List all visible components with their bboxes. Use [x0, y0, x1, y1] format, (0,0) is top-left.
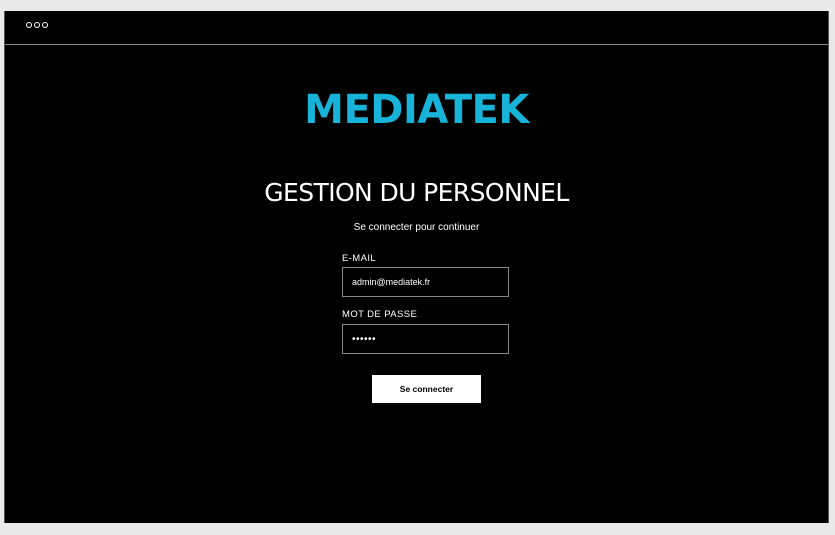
email-field[interactable]	[342, 267, 509, 297]
window-dot-icon	[26, 22, 32, 28]
window-dot-icon	[42, 22, 48, 28]
window-menu-icon[interactable]	[26, 22, 48, 28]
password-label: MOT DE PASSE	[342, 309, 418, 320]
password-field[interactable]	[342, 324, 509, 354]
app-window: MEDIATEK GESTION DU PERSONNEL Se connect…	[4, 11, 829, 523]
page-subtitle: Se connecter pour continuer	[353, 222, 480, 233]
brand-logo: MEDIATEK	[304, 87, 529, 133]
title-bar	[5, 11, 828, 45]
window-dot-icon	[34, 22, 40, 28]
page-title: GESTION DU PERSONNEL	[264, 178, 569, 207]
email-label: E-MAIL	[342, 253, 377, 264]
login-button[interactable]: Se connecter	[372, 375, 481, 403]
